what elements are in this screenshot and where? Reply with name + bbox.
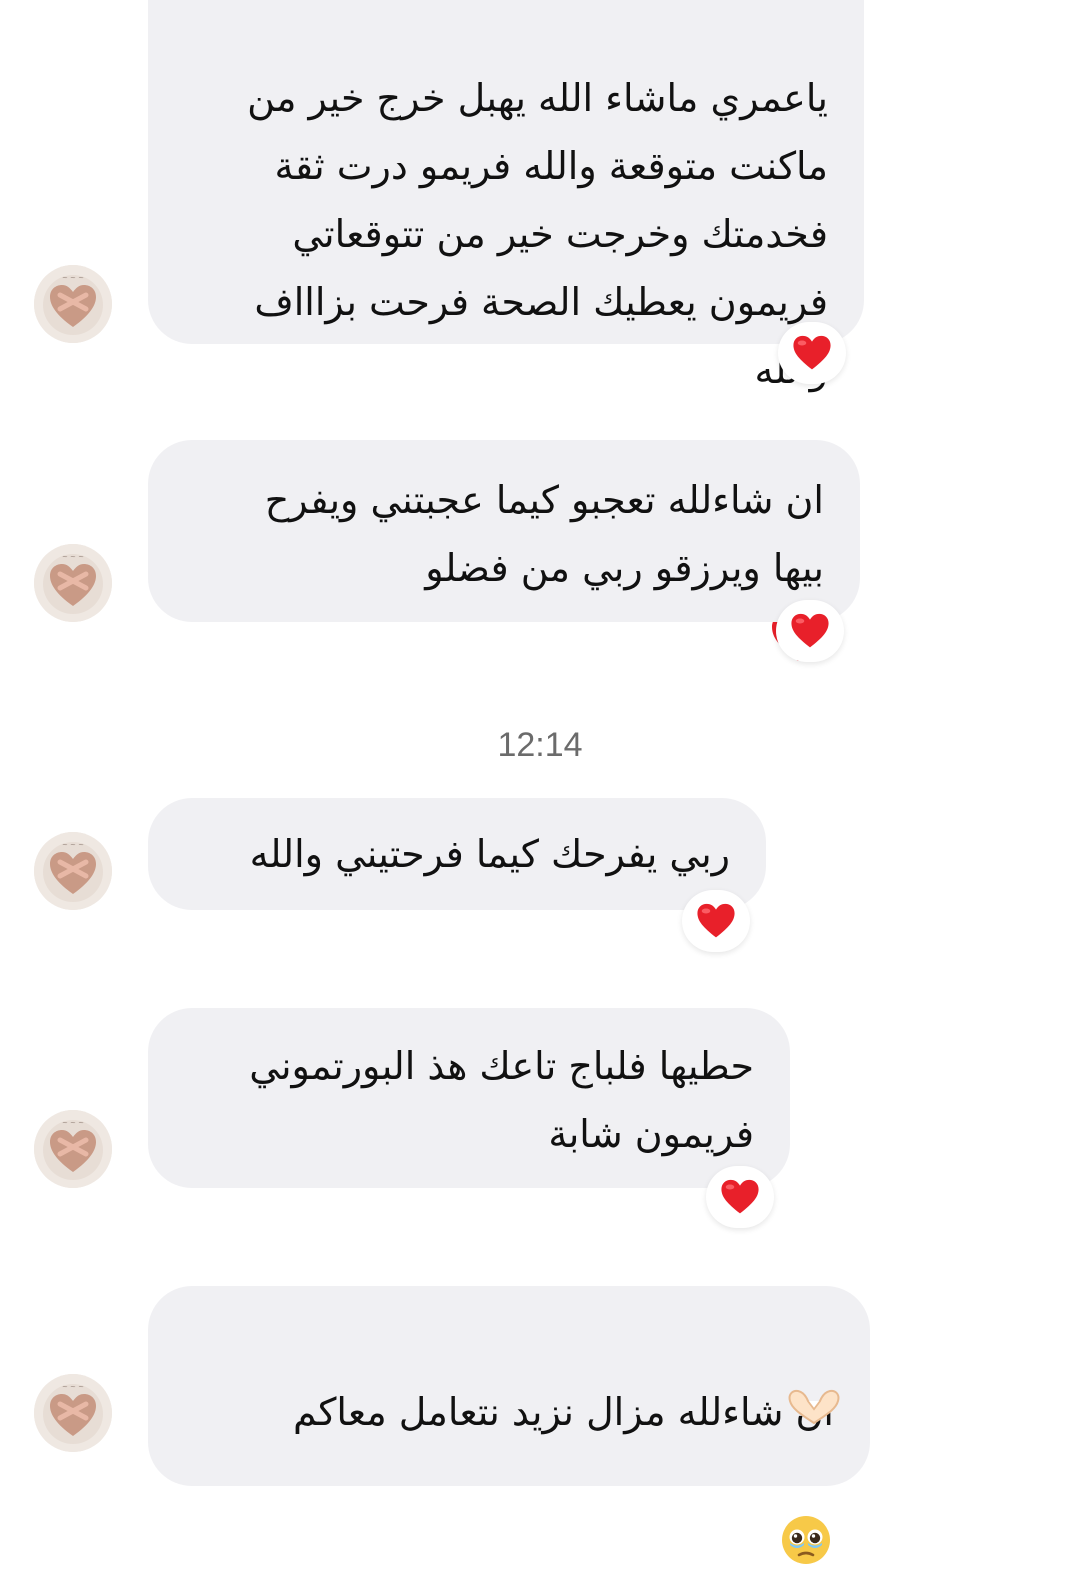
svg-text:~ ~ ~: ~ ~ ~ <box>62 1119 84 1127</box>
avatar-heart-icon: ~ ~ ~ <box>34 832 112 910</box>
avatar[interactable]: ~ ~ ~ <box>34 544 112 622</box>
reaction-badge[interactable] <box>778 322 846 384</box>
face-holding-back-tears-icon <box>780 1446 832 1587</box>
red-heart-icon <box>721 1179 759 1214</box>
reaction-badge[interactable] <box>706 1166 774 1228</box>
reaction-badge[interactable] <box>682 890 750 952</box>
avatar-heart-icon: ~ ~ ~ <box>34 1374 112 1452</box>
avatar[interactable]: ~ ~ ~ <box>34 832 112 910</box>
avatar[interactable]: ~ ~ ~ <box>34 1374 112 1452</box>
timestamp: 12:14 <box>497 726 583 764</box>
message-text: ان شاءلله تعجبو كيما عجبتني ويفرح بيها و… <box>264 478 824 590</box>
svg-text:~ ~ ~: ~ ~ ~ <box>62 841 84 849</box>
message-bubble[interactable]: ان شاءلله تعجبو كيما عجبتني ويفرح بيها و… <box>148 440 860 622</box>
message-bubble[interactable]: حطيها فلباج تاعك هذ البورتموني فريمون شا… <box>148 1008 790 1188</box>
avatar-heart-icon: ~ ~ ~ <box>34 1110 112 1188</box>
avatar-heart-icon: ~ ~ ~ <box>34 265 112 343</box>
avatar[interactable]: ~ ~ ~ <box>34 265 112 343</box>
message-bubble[interactable]: ياعمري ماشاء الله يهبل خرج خير من ماكنت … <box>148 0 864 661</box>
red-heart-icon <box>793 335 831 370</box>
svg-text:~ ~ ~: ~ ~ ~ <box>62 274 84 282</box>
message-bubble[interactable]: ربي يفرحك كيما فرحتيني والله <box>148 798 766 910</box>
message-bubble[interactable]: ان شاءلله مزال نزيد نتعامل معاكم <box>148 1286 870 1564</box>
red-heart-icon <box>697 903 735 938</box>
reaction-badge[interactable] <box>770 1376 858 1438</box>
avatar[interactable]: ~ ~ ~ <box>34 1110 112 1188</box>
red-heart-icon <box>791 613 829 648</box>
message-text: ان شاءلله مزال نزيد نتعامل معاكم <box>184 1310 834 1587</box>
svg-text:~ ~ ~: ~ ~ ~ <box>62 1383 84 1391</box>
avatar-heart-icon: ~ ~ ~ <box>34 544 112 622</box>
message-text: حطيها فلباج تاعك هذ البورتموني فريمون شا… <box>249 1044 754 1156</box>
message-text: ربي يفرحك كيما فرحتيني والله <box>249 832 730 876</box>
heart-hands-icon <box>788 1389 840 1425</box>
reaction-badge[interactable] <box>776 600 844 662</box>
chat-thread[interactable]: ياعمري ماشاء الله يهبل خرج خير من ماكنت … <box>0 0 1080 1564</box>
svg-text:~ ~ ~: ~ ~ ~ <box>62 553 84 561</box>
